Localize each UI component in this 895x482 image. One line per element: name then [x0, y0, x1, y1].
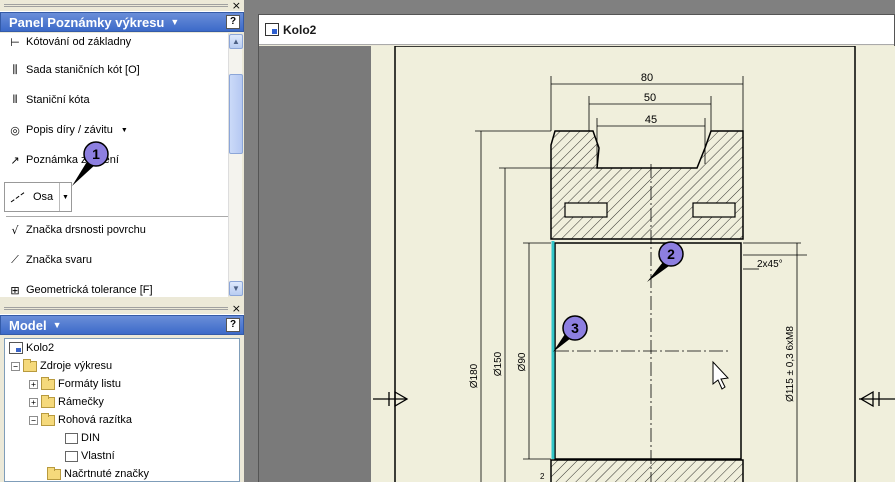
- tool-list-scrollbar[interactable]: ▲ ▼: [228, 34, 243, 296]
- tree-node-sheet-formats[interactable]: + Formáty listu: [5, 375, 239, 393]
- callout-number: 3: [571, 320, 579, 336]
- drawing-icon: [9, 342, 23, 354]
- folder-icon: [41, 376, 55, 390]
- tool-label: Staniční kóta: [26, 94, 90, 106]
- weld-symbol-icon: ⟋: [11, 253, 19, 266]
- dim-50[interactable]: 50: [644, 92, 656, 104]
- callout-number: 2: [667, 246, 675, 262]
- tree-label: Načrtnuté značky: [64, 468, 149, 480]
- mdi-workspace: Kolo2 80 50 45 Ø180 Ø150 Ø90 2 2x45° Ø11…: [244, 0, 895, 482]
- document-title-bar[interactable]: Kolo2: [259, 15, 894, 45]
- chevron-down-icon[interactable]: ▼: [170, 17, 179, 27]
- folder-icon: [23, 358, 37, 372]
- drawing-annotation-panel: × Panel Poznámky výkresu ▼ ? ⊢ Kótování …: [0, 0, 244, 300]
- tool-baseline-dimension[interactable]: ⊢ Kótování od základny: [0, 33, 228, 55]
- dim-150[interactable]: Ø150: [493, 351, 504, 376]
- folder-icon: [41, 412, 55, 426]
- centerline-icon: [10, 191, 26, 203]
- tool-label: Kótování od základny: [26, 36, 132, 48]
- scroll-thumb[interactable]: [229, 74, 243, 154]
- baseline-dimension-icon: ⊢: [10, 35, 20, 49]
- hole-thread-note-icon: ◎: [10, 123, 20, 137]
- tool-weld-symbol[interactable]: ⟋ Značka svaru: [0, 245, 228, 275]
- tree-label: DIN: [81, 432, 100, 444]
- tree-label: Rohová razítka: [58, 414, 132, 426]
- screw-hole-right: [692, 202, 736, 218]
- tree-label: Zdroje výkresu: [40, 360, 113, 372]
- gear-bottom-section: [550, 459, 744, 482]
- tree-node-custom[interactable]: Vlastní: [5, 447, 239, 465]
- tree-label: Formáty listu: [58, 378, 121, 390]
- title-block-icon: [65, 450, 78, 462]
- help-icon[interactable]: ?: [226, 15, 240, 29]
- document-window: Kolo2 80 50 45 Ø180 Ø150 Ø90 2 2x45° Ø11…: [258, 14, 895, 482]
- callout-number: 1: [92, 146, 100, 162]
- folder-icon: [47, 466, 61, 480]
- panel-title: Panel Poznámky výkresu: [9, 14, 165, 30]
- tree-node-title-blocks[interactable]: − Rohová razítka: [5, 411, 239, 429]
- tree-label: Kolo2: [26, 342, 55, 354]
- screw-hole-left: [564, 202, 608, 218]
- tool-separator: [6, 216, 240, 217]
- close-icon[interactable]: ×: [232, 303, 241, 315]
- callout-1: 1: [72, 141, 109, 186]
- chevron-down-icon[interactable]: ▼: [121, 127, 128, 134]
- drawing-icon: [265, 23, 279, 36]
- tool-geometric-tolerance[interactable]: ⊞ Geometrická tolerance [F]: [0, 275, 228, 297]
- ordinate-dimension-icon: ⫴: [12, 93, 18, 106]
- tree-node-din[interactable]: DIN: [5, 429, 239, 447]
- help-icon[interactable]: ?: [226, 318, 240, 332]
- dim-90[interactable]: Ø90: [517, 352, 528, 371]
- drawing-sheet[interactable]: 80 50 45 Ø180 Ø150 Ø90 2 2x45° Ø115 ± 0,…: [259, 46, 895, 482]
- scroll-up-icon[interactable]: ▲: [229, 34, 243, 49]
- document-title: Kolo2: [283, 22, 317, 37]
- scroll-down-icon[interactable]: ▼: [229, 281, 243, 296]
- chevron-down-icon[interactable]: ▼: [53, 320, 62, 330]
- title-block-icon: [65, 432, 78, 444]
- panel-title-bar[interactable]: Panel Poznámky výkresu ▼ ?: [0, 12, 244, 32]
- tool-ordinate-dimension[interactable]: ⫴ Staniční kóta: [0, 85, 228, 115]
- dim-45[interactable]: 45: [645, 114, 657, 126]
- collapse-icon[interactable]: −: [11, 361, 20, 371]
- dim-chamfer[interactable]: 2x45°: [757, 259, 783, 270]
- close-icon[interactable]: ×: [232, 0, 241, 12]
- model-tree: Kolo2 − Zdroje výkresu + Formáty listu +…: [4, 338, 240, 482]
- tool-label: Popis díry / závitu: [26, 124, 113, 136]
- drawing-canvas[interactable]: 80 50 45 Ø180 Ø150 Ø90 2 2x45° Ø115 ± 0,…: [259, 46, 895, 482]
- expand-icon[interactable]: +: [29, 397, 38, 407]
- tree-label: Rámečky: [58, 396, 104, 408]
- tool-label: Značka drsnosti povrchu: [26, 224, 146, 236]
- dim-80[interactable]: 80: [641, 72, 653, 84]
- panel-grip[interactable]: ×: [0, 303, 244, 315]
- tree-node-sketched-symbols[interactable]: Načrtnuté značky: [5, 465, 239, 481]
- tool-label: Sada staničních kót [O]: [26, 64, 140, 76]
- model-browser-panel: × Model ▼ ? Kolo2 − Zdroje výkresu + For…: [0, 303, 244, 482]
- panel-title-bar[interactable]: Model ▼ ?: [0, 315, 244, 335]
- dim-180[interactable]: Ø180: [469, 363, 480, 388]
- dim-bore[interactable]: Ø115 ± 0,3 6xM8: [785, 326, 796, 402]
- tool-label: Geometrická tolerance [F]: [26, 284, 153, 296]
- centerline-button[interactable]: Osa: [5, 190, 59, 204]
- tree-node-root[interactable]: Kolo2: [5, 339, 239, 357]
- collapse-icon[interactable]: −: [29, 415, 38, 425]
- folder-icon: [41, 394, 55, 408]
- tool-ordinate-set[interactable]: ⫼ Sada staničních kót [O]: [0, 55, 228, 85]
- ordinate-set-icon: ⫼: [12, 63, 18, 76]
- geometric-tolerance-icon: ⊞: [10, 283, 20, 297]
- tree-label: Vlastní: [81, 450, 115, 462]
- panel-title: Model: [9, 317, 47, 333]
- tree-node-resources[interactable]: − Zdroje výkresu: [5, 357, 239, 375]
- tool-label: Značka svaru: [26, 254, 93, 266]
- tool-surface-texture[interactable]: √ Značka drsnosti povrchu: [0, 215, 228, 245]
- centerline-label: Osa: [33, 191, 54, 203]
- chamfer-note-icon: ↗: [10, 153, 20, 167]
- dim-small-2: 2: [540, 472, 545, 481]
- left-dock: × Panel Poznámky výkresu ▼ ? ⊢ Kótování …: [0, 0, 244, 482]
- expand-icon[interactable]: +: [29, 379, 38, 389]
- panel-grip[interactable]: ×: [0, 0, 244, 12]
- surface-texture-icon: √: [11, 223, 19, 237]
- tree-node-borders[interactable]: + Rámečky: [5, 393, 239, 411]
